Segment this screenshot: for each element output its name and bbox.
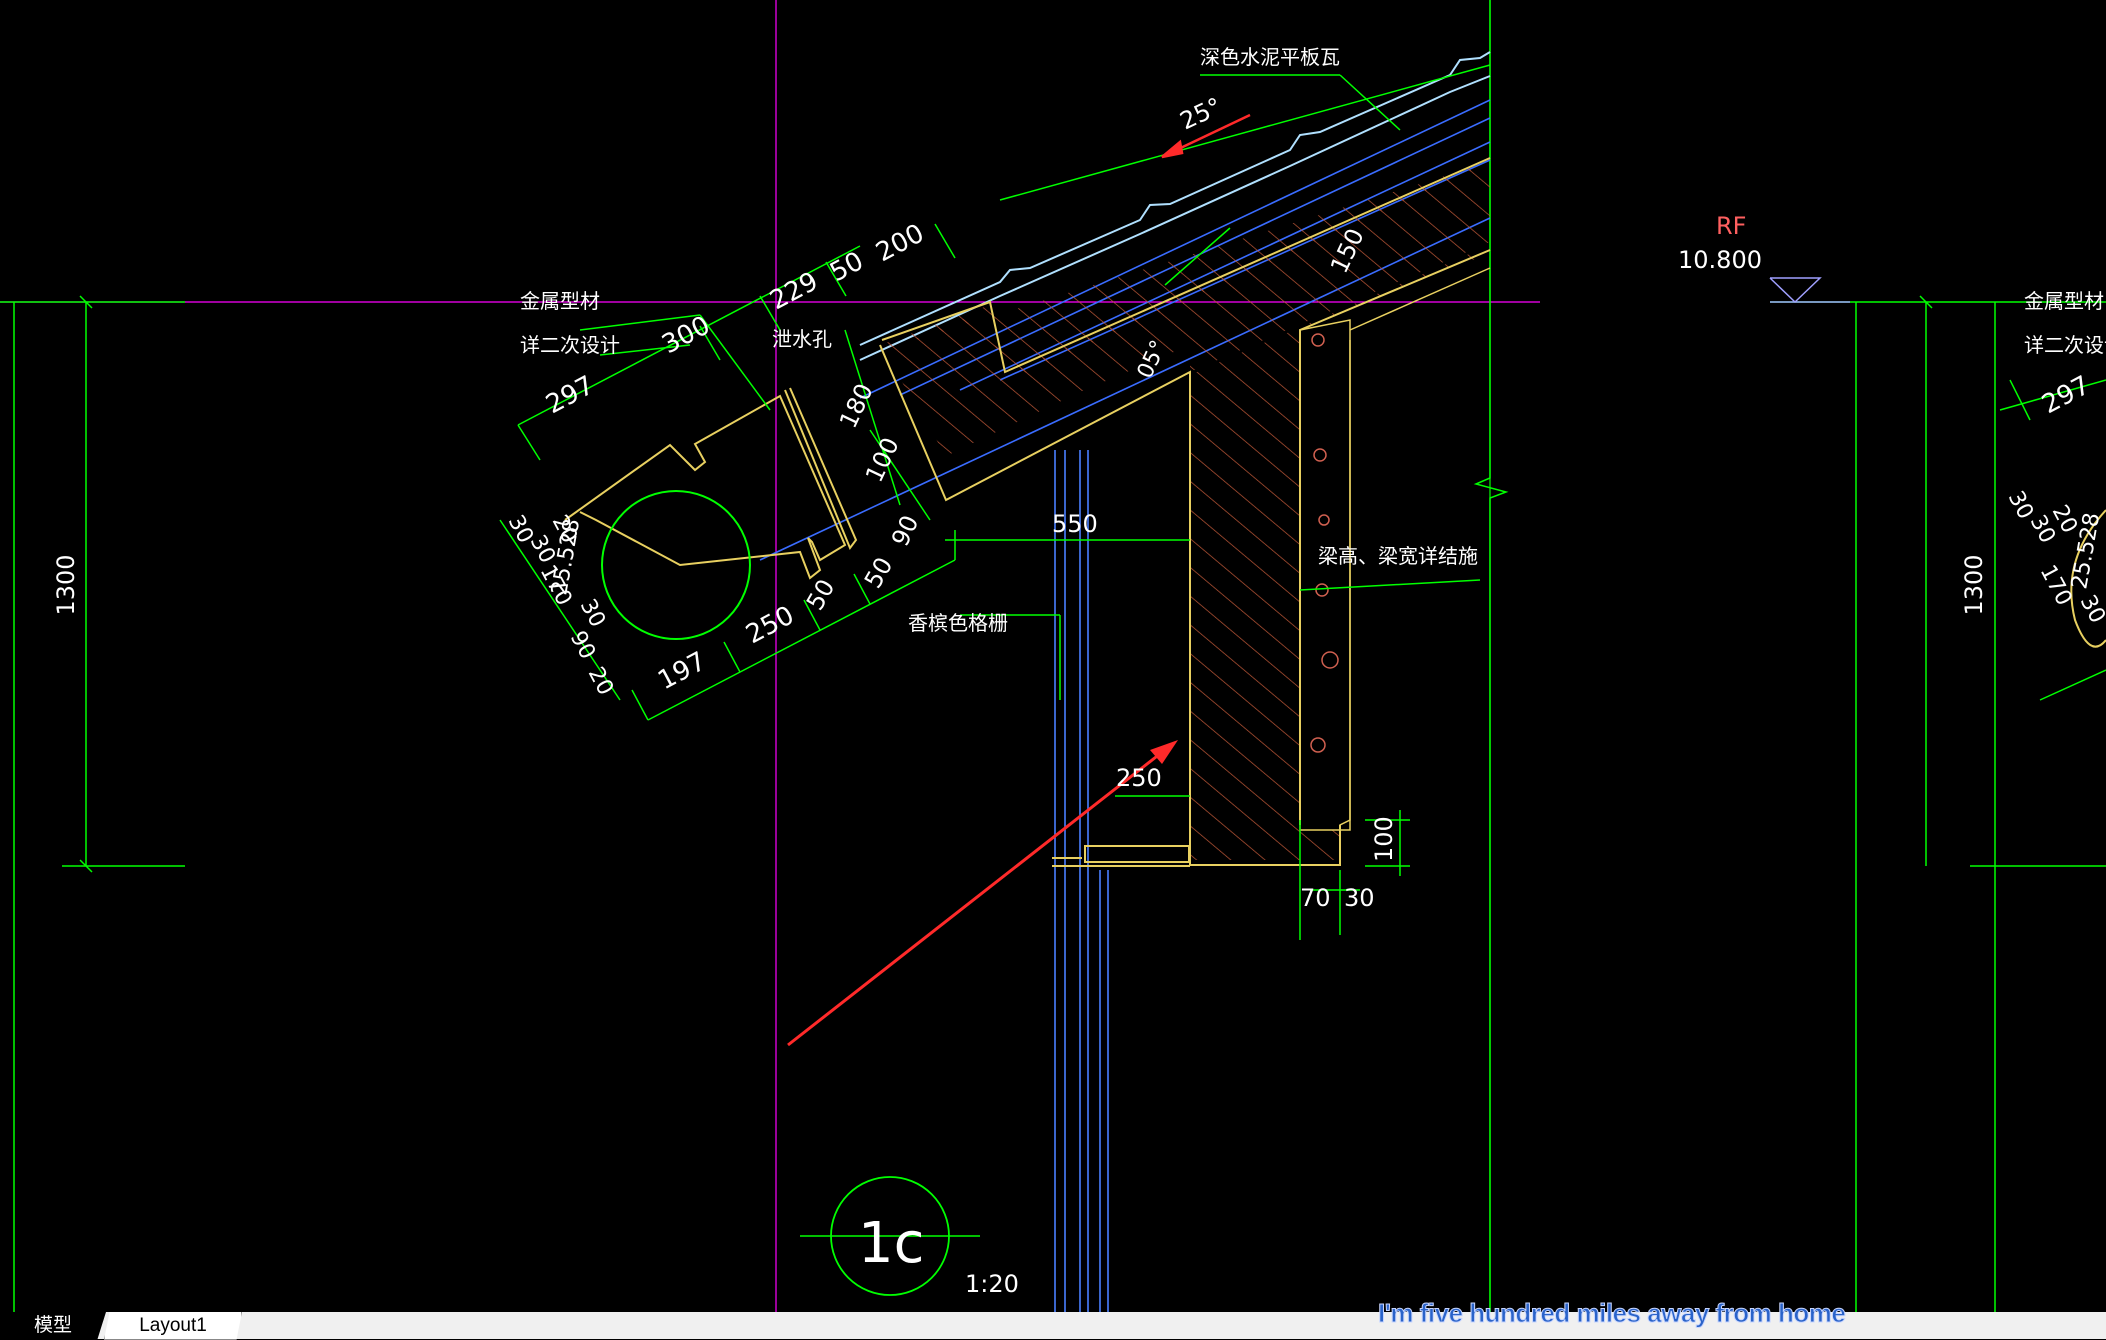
left-dimension-1300 xyxy=(0,295,185,1312)
dimension-label: 197 xyxy=(653,646,711,696)
dimension-label: 229 xyxy=(765,266,823,316)
dimension-label: 20 xyxy=(583,663,618,699)
metal-profile-label: 金属型材 xyxy=(520,289,600,313)
dimension-label: 297 xyxy=(2037,370,2095,420)
dimension-label: 70 xyxy=(1300,884,1331,912)
dimension-label: 250 xyxy=(1116,764,1162,792)
dimension-label: 550 xyxy=(1052,510,1098,538)
dimension-label: 50 xyxy=(825,246,868,288)
dimension-label: 1300 xyxy=(52,554,80,615)
beam-note-label: 梁高、梁宽详结施 xyxy=(1318,544,1478,568)
dimension-label: 100 xyxy=(1370,816,1398,862)
drain-hole-label: 泄水孔 xyxy=(772,327,832,351)
level-marker xyxy=(1769,277,1850,304)
right-secondary-design-label: 详二次设计 xyxy=(2024,333,2106,357)
dimension-label: 100 xyxy=(860,433,905,486)
dimension-label: 50 xyxy=(801,575,841,615)
frame-dimension-lines xyxy=(579,74,1481,940)
cad-drawing-canvas[interactable]: 1300 1300 RF 10.800 深色水泥平板瓦 25° 金属型材 详二次… xyxy=(0,0,2106,1312)
detail-id: 1c xyxy=(858,1211,924,1276)
dimension-label: 1300 xyxy=(1960,554,1988,615)
scale-label: 1:20 xyxy=(965,1270,1019,1298)
gutter-circle xyxy=(601,490,751,640)
grille-label: 香槟色格栅 xyxy=(908,611,1008,635)
level-tag: RF xyxy=(1716,212,1746,240)
dimension-label: 30 xyxy=(575,595,610,631)
concrete-slab xyxy=(879,157,1491,866)
grille-sill xyxy=(1052,845,1190,867)
dimension-label: 90 xyxy=(565,627,600,663)
level-value: 10.800 xyxy=(1678,246,1762,274)
tile-label: 深色水泥平板瓦 xyxy=(1200,45,1340,69)
dimension-label: 90 xyxy=(886,511,924,551)
metal-gutter-profile xyxy=(564,387,858,580)
secondary-design-label: 详二次设计 xyxy=(520,333,620,357)
window-frame xyxy=(1054,450,1109,1312)
tab-model[interactable]: 模型 xyxy=(0,1312,106,1339)
right-dimension-1300 xyxy=(1770,295,2106,1312)
dimension-label: 300 xyxy=(657,310,715,360)
dimension-label: 30 xyxy=(1344,884,1375,912)
right-metal-profile-label: 金属型材 xyxy=(2024,289,2104,313)
dimension-label: 30 xyxy=(2075,591,2106,627)
subtitle-overlay: I'm five hundred miles away from home xyxy=(1377,1298,1846,1329)
dimension-label: 297 xyxy=(541,370,599,420)
dimension-label: 200 xyxy=(871,218,929,268)
dimension-label: 250 xyxy=(741,600,799,650)
dimension-label: 180 xyxy=(834,379,879,432)
tab-layout1[interactable]: Layout1 xyxy=(104,1312,242,1340)
dimension-label: 50 xyxy=(859,553,899,593)
